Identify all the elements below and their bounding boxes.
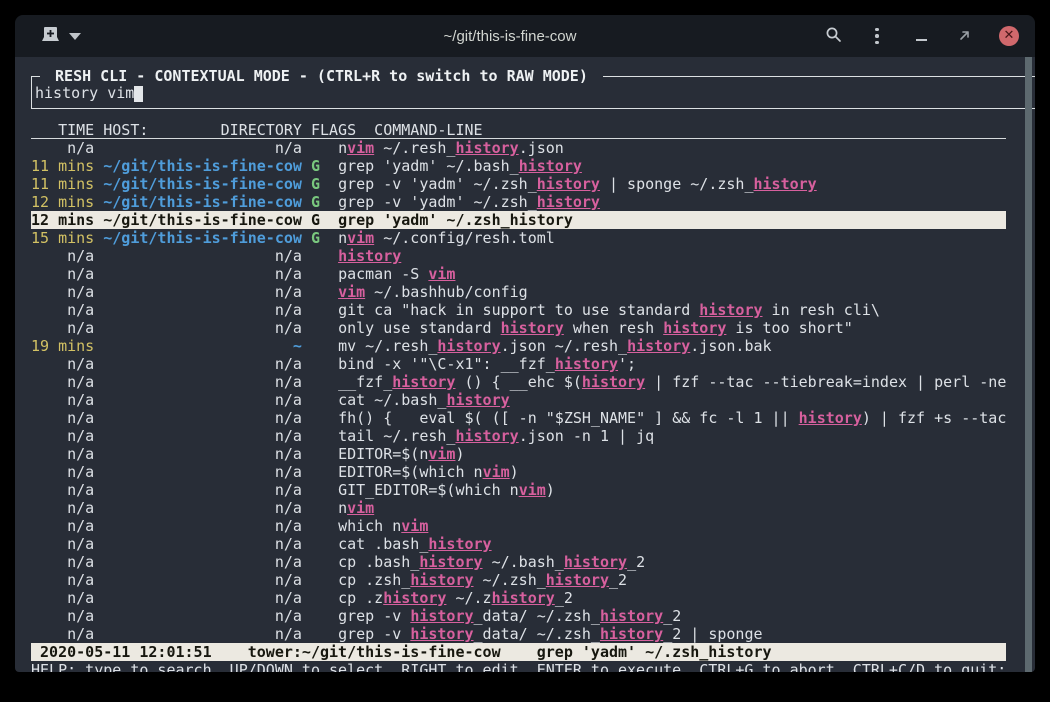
desktop-background: ~/git/this-is-fine-cow xyxy=(0,0,1050,702)
titlebar-left xyxy=(15,26,235,46)
titlebar: ~/git/this-is-fine-cow xyxy=(15,15,1035,57)
history-row[interactable]: n/a n/a nvim ~/.resh_history.json xyxy=(31,139,1006,157)
history-row[interactable]: n/a n/a history xyxy=(31,247,1006,265)
titlebar-right: ✕ xyxy=(785,26,1035,46)
text-cursor xyxy=(134,86,143,102)
table-header: TIME HOST: DIRECTORY FLAGS COMMAND-LINE xyxy=(31,121,1006,139)
search-icon xyxy=(825,26,842,46)
history-row[interactable]: 12 mins ~/git/this-is-fine-cow G grep 'y… xyxy=(31,211,1006,229)
history-row[interactable]: n/a n/a nvim xyxy=(31,499,1006,517)
history-row[interactable]: n/a n/a cat .bash_history xyxy=(31,535,1006,553)
history-row[interactable]: n/a n/a GIT_EDITOR=$(which nvim) xyxy=(31,481,1006,499)
menu-button[interactable] xyxy=(867,26,887,46)
search-box-title: RESH CLI - CONTEXTUAL MODE - (CTRL+R to … xyxy=(40,67,603,85)
restore-icon xyxy=(959,29,971,44)
terminal-window: ~/git/this-is-fine-cow xyxy=(15,15,1035,672)
help-line: HELP: type to search, UP/DOWN to select,… xyxy=(31,661,1006,672)
history-row[interactable]: n/a n/a tail ~/.resh_history.json -n 1 |… xyxy=(31,427,1006,445)
history-row[interactable]: n/a n/a only use standard history when r… xyxy=(31,319,1006,337)
new-tab-button[interactable] xyxy=(41,26,81,46)
history-row[interactable]: n/a n/a cp .zhistory ~/.zhistory_2 xyxy=(31,589,1006,607)
history-row[interactable]: n/a n/a pacman -S vim xyxy=(31,265,1006,283)
chevron-down-icon xyxy=(69,33,81,40)
status-bar: 2020-05-11 12:01:51 tower:~/git/this-is-… xyxy=(31,643,1006,661)
scrollbar[interactable] xyxy=(1025,57,1032,672)
window-title: ~/git/this-is-fine-cow xyxy=(235,28,785,45)
history-row[interactable]: n/a n/a grep -v history_data/ ~/.zsh_his… xyxy=(31,607,1006,625)
history-row[interactable]: n/a n/a EDITOR=$(which nvim) xyxy=(31,463,1006,481)
history-row[interactable]: 19 mins ~ mv ~/.resh_history.json ~/.res… xyxy=(31,337,1006,355)
terminal-content: RESH CLI - CONTEXTUAL MODE - (CTRL+R to … xyxy=(15,57,1035,672)
history-row[interactable]: n/a n/a git ca "hack in support to use s… xyxy=(31,301,1006,319)
history-row[interactable]: n/a n/a bind -x '"\C-x1": __fzf_history'… xyxy=(31,355,1006,373)
history-row[interactable]: 11 mins ~/git/this-is-fine-cow G grep 'y… xyxy=(31,157,1006,175)
history-row[interactable]: n/a n/a fh() { eval $( ([ -n "$ZSH_NAME"… xyxy=(31,409,1006,427)
search-query: history vim xyxy=(35,84,134,102)
history-row[interactable]: n/a n/a vim ~/.bashhub/config xyxy=(31,283,1006,301)
history-row[interactable]: n/a n/a cp .bash_history ~/.bash_history… xyxy=(31,553,1006,571)
history-row[interactable]: n/a n/a which nvim xyxy=(31,517,1006,535)
history-row[interactable]: 11 mins ~/git/this-is-fine-cow G grep -v… xyxy=(31,175,1006,193)
minimize-button[interactable] xyxy=(911,26,931,46)
search-button[interactable] xyxy=(823,26,843,46)
restore-button[interactable] xyxy=(955,26,975,46)
new-tab-icon xyxy=(41,26,60,46)
history-list: n/a n/a nvim ~/.resh_history.json11 mins… xyxy=(31,139,1035,643)
minimize-icon xyxy=(916,39,927,41)
kebab-menu-icon xyxy=(875,28,879,45)
history-row[interactable]: 12 mins ~/git/this-is-fine-cow G grep -v… xyxy=(31,193,1006,211)
history-row[interactable]: n/a n/a cp .zsh_history ~/.zsh_history_2 xyxy=(31,571,1006,589)
history-row[interactable]: n/a n/a __fzf_history () { __ehc $(histo… xyxy=(31,373,1006,391)
history-row[interactable]: n/a n/a cat ~/.bash_history xyxy=(31,391,1006,409)
history-row[interactable]: n/a n/a EDITOR=$(nvim) xyxy=(31,445,1006,463)
search-box[interactable]: RESH CLI - CONTEXTUAL MODE - (CTRL+R to … xyxy=(31,76,1035,109)
history-row[interactable]: n/a n/a grep -v history_data/ ~/.zsh_his… xyxy=(31,625,1006,643)
history-row[interactable]: 15 mins ~/git/this-is-fine-cow G nvim ~/… xyxy=(31,229,1006,247)
close-button[interactable]: ✕ xyxy=(999,26,1019,46)
